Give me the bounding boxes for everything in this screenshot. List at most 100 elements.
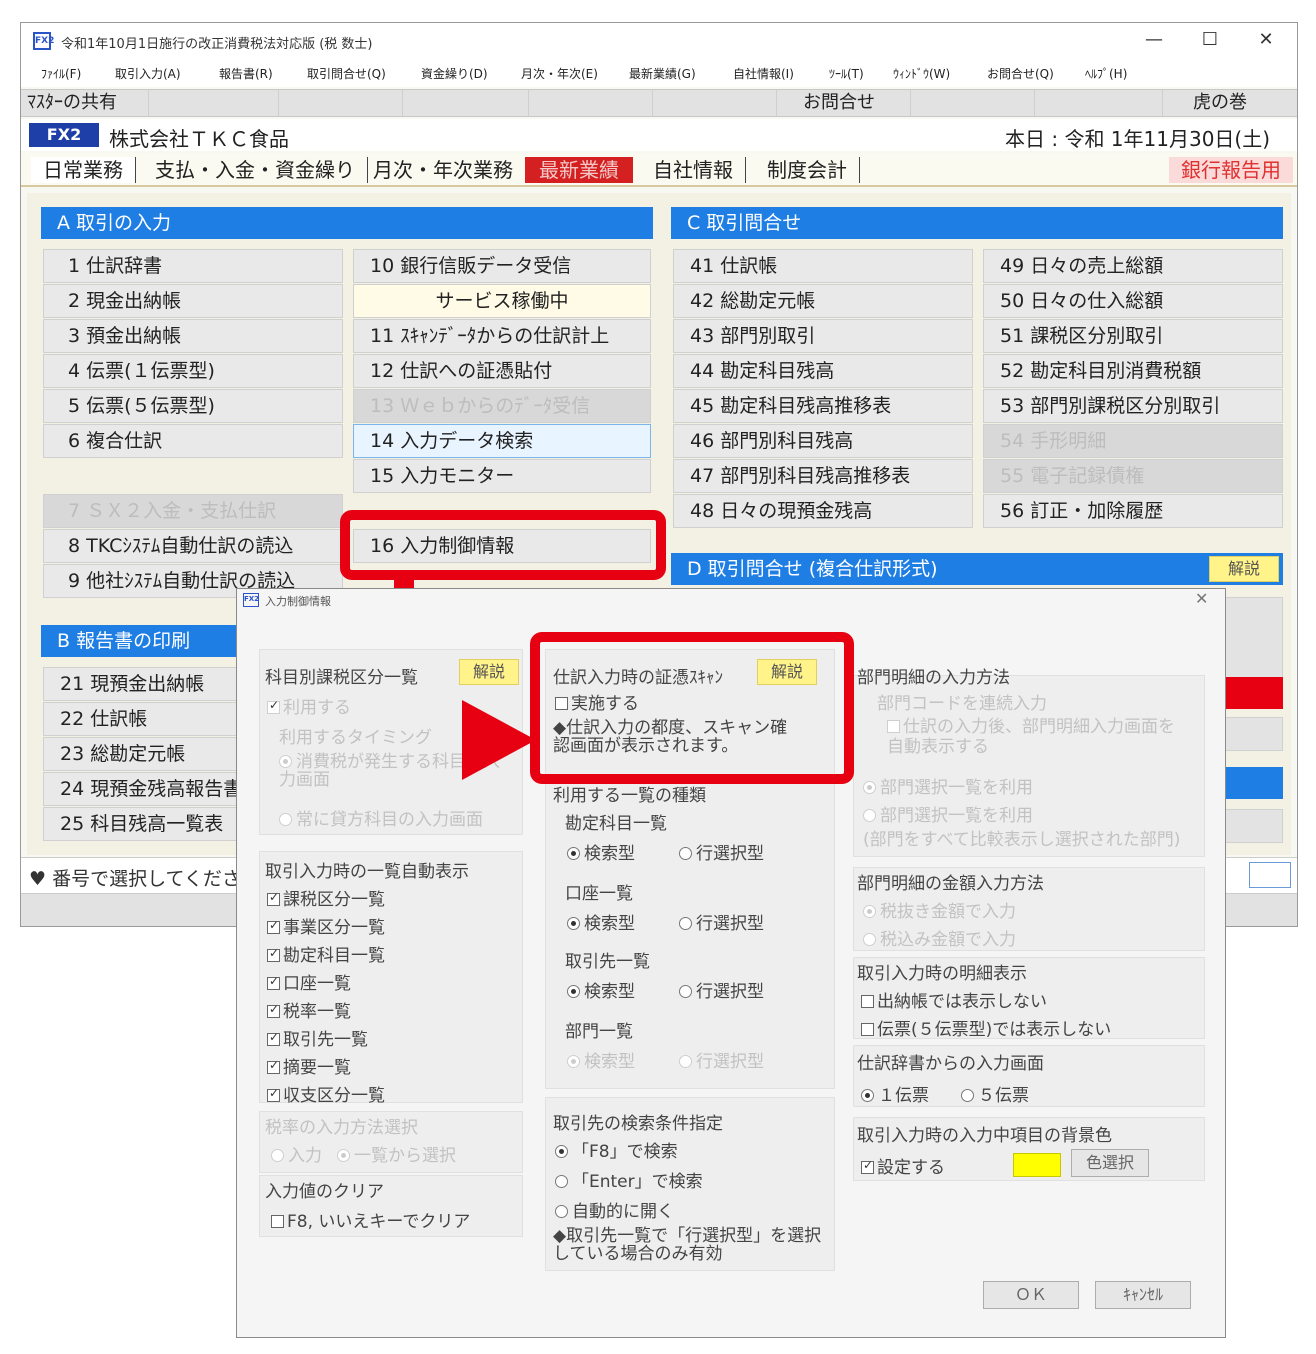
- menu-item-48[interactable]: 48 日々の現預金残高: [673, 494, 973, 528]
- master-share-label[interactable]: ﾏｽﾀｰの共有: [21, 90, 149, 116]
- tab-daily[interactable]: 日常業務: [31, 157, 136, 183]
- auto-list-tax-rate[interactable]: 税率一覧: [267, 997, 351, 1022]
- menu-item-41[interactable]: 41 仕訳帳: [673, 249, 973, 283]
- tab-latest[interactable]: 最新業績: [525, 157, 633, 183]
- tab-institutional[interactable]: 制度会計: [755, 157, 860, 183]
- hide-in-cashbook-checkbox[interactable]: 出納帳では表示しない: [861, 987, 1047, 1012]
- search-auto-option[interactable]: 自動的に開く: [555, 1197, 674, 1222]
- amount-excl-tax-option[interactable]: 税抜き金額で入力: [863, 897, 1016, 922]
- inquiry-button[interactable]: お問合せ: [777, 90, 911, 116]
- background-color-checkbox[interactable]: 設定する: [861, 1153, 945, 1178]
- menu-company[interactable]: 自社情報(I): [733, 65, 794, 82]
- menu-item-45[interactable]: 45 勘定科目残高推移表: [673, 389, 973, 423]
- menu-cashflow[interactable]: 資金繰り(D): [421, 65, 488, 82]
- menu-item-15[interactable]: 15 入力モニター: [353, 459, 651, 493]
- menu-item-44[interactable]: 44 勘定科目残高: [673, 354, 973, 388]
- menu-item-4[interactable]: 4 伝票(１伝票型): [43, 354, 343, 388]
- share-cell: [911, 90, 1035, 116]
- tax-category-title: 科目別課税区分一覧: [265, 668, 418, 688]
- menu-item-51[interactable]: 51 課税区分別取引: [983, 319, 1283, 353]
- menu-item-47[interactable]: 47 部門別科目残高推移表: [673, 459, 973, 493]
- section-d-help-button[interactable]: 解説: [1209, 556, 1279, 582]
- menu-item-10[interactable]: 10 銀行信販データ受信: [353, 249, 651, 283]
- department-auto-display-option[interactable]: 仕訳の入力後、部門明細入力画面を自動表示する: [887, 717, 1187, 757]
- one-voucher-option[interactable]: １伝票: [861, 1081, 929, 1106]
- search-enter-option[interactable]: 「Enter」で検索: [555, 1167, 703, 1192]
- auto-list-income-category[interactable]: 収支区分一覧: [267, 1081, 385, 1106]
- menu-item-49[interactable]: 49 日々の売上総額: [983, 249, 1283, 283]
- menu-tool[interactable]: ﾂｰﾙ(T): [829, 65, 864, 82]
- cancel-button[interactable]: ｷｬﾝｾﾙ: [1095, 1281, 1191, 1309]
- maximize-button[interactable]: ☐: [1195, 29, 1225, 50]
- menu-item-52[interactable]: 52 勘定科目別消費税額: [983, 354, 1283, 388]
- menu-item-42[interactable]: 42 総勘定元帳: [673, 284, 973, 318]
- account-list-row-option[interactable]: 行選択型: [679, 839, 764, 864]
- menu-contact[interactable]: お問合せ(Q): [987, 65, 1054, 82]
- auto-list-business-category[interactable]: 事業区分一覧: [267, 913, 385, 938]
- auto-list-customer[interactable]: 取引先一覧: [267, 1025, 368, 1050]
- ok-button[interactable]: ＯＫ: [983, 1281, 1079, 1309]
- menu-help[interactable]: ﾍﾙﾌﾟ(H): [1085, 65, 1127, 82]
- menu-transaction-input[interactable]: 取引入力(A): [115, 65, 181, 82]
- minimize-button[interactable]: —: [1139, 29, 1169, 50]
- auto-list-summary[interactable]: 摘要一覧: [267, 1053, 351, 1078]
- menu-monthly[interactable]: 月次・年次(E): [521, 65, 598, 82]
- menu-item-3[interactable]: 3 預金出納帳: [43, 319, 343, 353]
- fx2-badge: FX2: [29, 123, 99, 147]
- menu-item-43[interactable]: 43 部門別取引: [673, 319, 973, 353]
- menu-item-56[interactable]: 56 訂正・加除履歴: [983, 494, 1283, 528]
- tab-monthly[interactable]: 月次・年次業務: [361, 157, 526, 183]
- bank-list-search-option[interactable]: 検索型: [567, 909, 635, 934]
- department-code-option[interactable]: 部門コードを連続入力: [877, 689, 1047, 714]
- amount-incl-tax-option[interactable]: 税込み金額で入力: [863, 925, 1016, 950]
- menu-window[interactable]: ｳｨﾝﾄﾞｳ(W): [893, 65, 950, 82]
- menu-item-50[interactable]: 50 日々の仕入総額: [983, 284, 1283, 318]
- customer-search-note: ◆取引先一覧で「行選択型」を選択している場合のみ有効: [553, 1226, 822, 1264]
- department-select-option-1[interactable]: 部門選択一覧を利用: [863, 773, 1033, 798]
- tax-rate-input-option[interactable]: 入力: [271, 1141, 322, 1166]
- close-button[interactable]: ✕: [1251, 29, 1281, 50]
- department-list-row-option[interactable]: 行選択型: [679, 1047, 764, 1072]
- menu-item-8[interactable]: 8 TKCｼｽﾃﾑ自動仕訳の読込: [43, 529, 343, 563]
- menu-item-13: 13 Ｗｅｂからのﾃﾞｰﾀ受信: [353, 389, 651, 423]
- timing-option-credit[interactable]: 常に貸方科目の入力画面: [279, 805, 483, 830]
- tax-category-help-button[interactable]: 解説: [459, 659, 519, 685]
- five-voucher-option[interactable]: ５伝票: [961, 1081, 1029, 1106]
- use-checkbox[interactable]: 利用する: [267, 693, 351, 718]
- tora-button[interactable]: 虎の巻: [1163, 90, 1297, 116]
- menu-item-2[interactable]: 2 現金出納帳: [43, 284, 343, 318]
- clear-input-checkbox[interactable]: F8, いいえキーでクリア: [271, 1207, 470, 1232]
- dialog-close-icon[interactable]: ✕: [1195, 589, 1208, 608]
- menu-file[interactable]: ﾌｧｲﾙ(F): [41, 65, 81, 82]
- auto-list-tax-category[interactable]: 課税区分一覧: [267, 885, 385, 910]
- account-list-search-option[interactable]: 検索型: [567, 839, 635, 864]
- hide-in-5-voucher-checkbox[interactable]: 伝票(５伝票型)では表示しない: [861, 1015, 1111, 1040]
- color-select-button[interactable]: 色選択: [1071, 1149, 1149, 1177]
- bank-list-row-option[interactable]: 行選択型: [679, 909, 764, 934]
- menu-item-14[interactable]: 14 入力データ検索: [353, 424, 651, 458]
- tax-rate-select-option[interactable]: 一覧から選択: [337, 1141, 456, 1166]
- menu-item-1[interactable]: 1 仕訳辞書: [43, 249, 343, 283]
- menu-item-55: 55 電子記録債権: [983, 459, 1283, 493]
- menu-inquiry[interactable]: 取引問合せ(Q): [307, 65, 386, 82]
- tab-payment[interactable]: 支払・入金・資金繰り: [143, 157, 368, 183]
- department-list-search-option[interactable]: 検索型: [567, 1047, 635, 1072]
- menu-item-46[interactable]: 46 部門別科目残高: [673, 424, 973, 458]
- customer-list-row-option[interactable]: 行選択型: [679, 977, 764, 1002]
- tab-bank-report[interactable]: 銀行報告用: [1169, 157, 1293, 183]
- menu-item-5[interactable]: 5 伝票(５伝票型): [43, 389, 343, 423]
- customer-list-search-option[interactable]: 検索型: [567, 977, 635, 1002]
- share-cell: [403, 90, 529, 116]
- menu-item-6[interactable]: 6 複合仕訳: [43, 424, 343, 458]
- menu-item-12[interactable]: 12 仕訳への証憑貼付: [353, 354, 651, 388]
- search-f8-option[interactable]: 「F8」で検索: [555, 1137, 678, 1162]
- auto-list-bank-account[interactable]: 口座一覧: [267, 969, 351, 994]
- menu-latest[interactable]: 最新業績(G): [629, 65, 696, 82]
- menu-item-53[interactable]: 53 部門別課税区分別取引: [983, 389, 1283, 423]
- number-input[interactable]: [1249, 862, 1291, 888]
- menu-report[interactable]: 報告書(R): [219, 65, 273, 82]
- menu-item-11[interactable]: 11 ｽｷｬﾝﾃﾞｰﾀからの仕訳計上: [353, 319, 651, 353]
- auto-list-account[interactable]: 勘定科目一覧: [267, 941, 385, 966]
- department-select-option-2[interactable]: 部門選択一覧を利用: [863, 801, 1033, 826]
- tab-company-info[interactable]: 自社情報: [641, 157, 746, 183]
